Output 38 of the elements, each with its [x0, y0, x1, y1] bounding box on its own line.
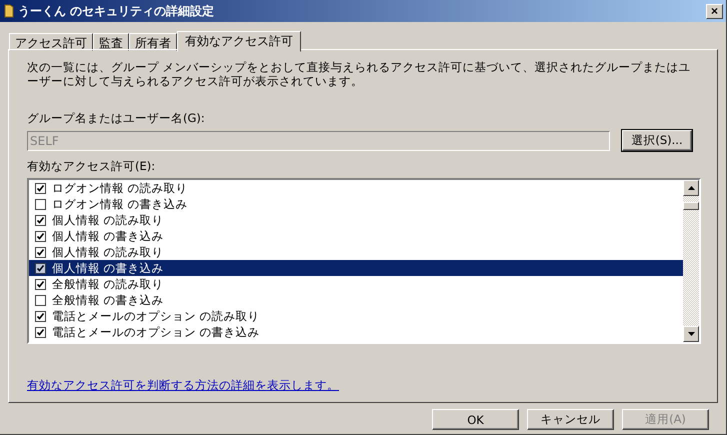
scroll-up-icon[interactable]	[683, 180, 699, 196]
list-item[interactable]: 電話とメールのオプション の読み取り	[29, 308, 683, 324]
checkbox[interactable]	[35, 230, 46, 242]
list-item[interactable]: 全般情報 の読み取り	[29, 276, 683, 292]
checkbox[interactable]	[35, 262, 46, 274]
tab[interactable]: 有効なアクセス許可	[177, 31, 301, 52]
tab[interactable]: 所有者	[129, 33, 177, 51]
dialog-button[interactable]: キャンセル	[527, 409, 614, 430]
select-button[interactable]: 選択(S)...	[622, 130, 692, 151]
list-item[interactable]: ログオン情報 の読み取り	[29, 180, 683, 196]
dialog-button[interactable]: OK	[432, 409, 519, 430]
checkbox[interactable]	[35, 278, 46, 290]
description-text: 次の一覧には、グループ メンバーシップをとおして直接与えられるアクセス許可に基づいて、選択されたグループまたはユーザーに対して与えられるアクセス許可が表示されています。	[27, 60, 692, 90]
tab[interactable]: 監査	[93, 33, 129, 51]
list-item[interactable]: 個人情報 の読み取り	[29, 244, 683, 260]
scrollbar[interactable]	[683, 180, 699, 342]
checkbox[interactable]	[35, 214, 46, 226]
help-link[interactable]: 有効なアクセス許可を判断する方法の詳細を表示します。	[27, 378, 339, 393]
list-item[interactable]: 全般情報 の書き込み	[29, 292, 683, 308]
list-item[interactable]: 個人情報 の読み取り	[29, 212, 683, 228]
checkbox[interactable]	[35, 326, 46, 338]
list-item[interactable]: ログオン情報 の書き込み	[29, 196, 683, 212]
list-item[interactable]: 個人情報 の書き込み	[29, 228, 683, 244]
checkbox[interactable]	[35, 294, 46, 306]
checkbox[interactable]	[35, 310, 46, 322]
checkbox[interactable]	[35, 182, 46, 194]
folder-icon	[4, 4, 14, 18]
scroll-thumb[interactable]	[683, 202, 699, 210]
tab[interactable]: アクセス許可	[9, 33, 93, 51]
list-item[interactable]: 個人情報 の書き込み	[29, 260, 683, 276]
window-title: うーくん のセキュリティの詳細設定	[18, 2, 216, 20]
checkbox[interactable]	[35, 198, 46, 210]
field-label: グループ名またはユーザー名(G):	[27, 111, 206, 126]
close-button[interactable]: ×	[706, 4, 723, 18]
scroll-down-icon[interactable]	[683, 326, 699, 342]
checkbox[interactable]	[35, 246, 46, 258]
list-label: 有効なアクセス許可(E):	[27, 159, 156, 174]
list-item[interactable]: 電話とメールのオプション の書き込み	[29, 324, 683, 340]
